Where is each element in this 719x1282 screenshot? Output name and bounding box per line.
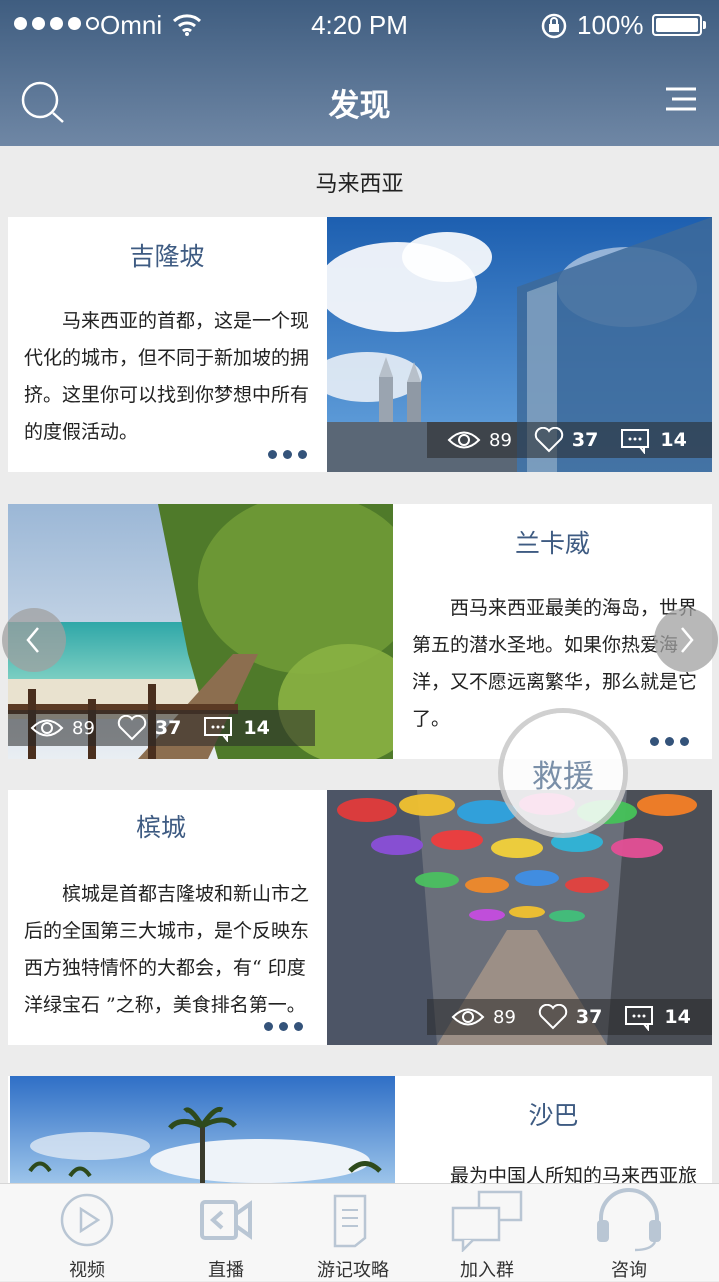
card-title: 兰卡威 bbox=[514, 529, 590, 558]
views-count: 89 bbox=[72, 717, 95, 739]
likes-count: 37 bbox=[154, 717, 182, 739]
tab-live[interactable]: 直播 bbox=[166, 1184, 286, 1281]
rescue-button[interactable]: 救援 bbox=[503, 713, 623, 833]
eye-icon bbox=[451, 1008, 485, 1026]
comment-icon[interactable] bbox=[203, 714, 235, 742]
heart-icon[interactable] bbox=[538, 1004, 568, 1030]
comment-icon[interactable] bbox=[624, 1003, 656, 1031]
comments-count: 14 bbox=[243, 717, 270, 739]
status-bar: Omni 4:20 PM 100% bbox=[0, 0, 719, 48]
stats-bar: 89 37 14 bbox=[8, 710, 315, 746]
camera-icon bbox=[200, 1200, 252, 1240]
card-photo[interactable] bbox=[10, 1076, 395, 1183]
more-button[interactable] bbox=[650, 737, 689, 746]
likes-count: 37 bbox=[571, 429, 599, 451]
tropical-beach-image bbox=[10, 1076, 395, 1183]
destination-card[interactable]: 沙巴 最为中国人所知的马来西亚旅 bbox=[8, 1076, 712, 1183]
more-button[interactable] bbox=[268, 450, 307, 459]
card-title: 吉隆坡 bbox=[129, 242, 205, 271]
battery-icon bbox=[652, 14, 706, 36]
tab-label: 视频 bbox=[69, 1260, 105, 1281]
tab-consult[interactable]: 咨询 bbox=[569, 1184, 689, 1281]
destination-card[interactable]: 89 37 14 兰卡威 西马来西亚最美的海岛，世界第五的潜水圣地。如果你热爱海… bbox=[8, 504, 712, 759]
tab-label: 直播 bbox=[208, 1260, 244, 1281]
chevron-right-icon bbox=[681, 627, 694, 653]
heart-icon[interactable] bbox=[534, 427, 564, 453]
menu-icon[interactable] bbox=[664, 86, 698, 114]
tab-label: 加入群 bbox=[460, 1260, 514, 1281]
document-icon bbox=[333, 1194, 367, 1248]
card-title: 沙巴 bbox=[528, 1101, 579, 1130]
tab-video[interactable]: 视频 bbox=[27, 1184, 147, 1281]
next-arrow[interactable] bbox=[654, 608, 718, 672]
views-count: 89 bbox=[493, 1006, 516, 1028]
card-description: 马来西亚的首都，这是一个现代化的城市，但不同于新加坡的拥挤。这里你可以找到你梦想… bbox=[24, 310, 310, 443]
play-icon bbox=[60, 1193, 114, 1247]
heart-icon[interactable] bbox=[117, 715, 147, 741]
destination-card[interactable]: 吉隆坡 马来西亚的首都，这是一个现代化的城市，但不同于新加坡的拥挤。这里你可以找… bbox=[8, 217, 712, 472]
tab-label: 咨询 bbox=[611, 1260, 647, 1281]
tab-bar: 视频 直播 游记攻略 加入群 咨询 bbox=[0, 1183, 719, 1281]
destination-card[interactable]: 槟城 槟城是首都吉隆坡和新山市之后的全国第三大城市，是个反映东西方独特情怀的大都… bbox=[8, 790, 712, 1045]
eye-icon bbox=[447, 431, 481, 449]
chevron-left-icon bbox=[26, 627, 39, 653]
card-photo[interactable]: 89 37 14 bbox=[327, 790, 712, 1045]
card-description: 槟城是首都吉隆坡和新山市之后的全国第三大城市，是个反映东西方独特情怀的大都会，有… bbox=[24, 883, 310, 1016]
comment-icon[interactable] bbox=[620, 426, 652, 454]
views-count: 89 bbox=[489, 429, 512, 451]
battery-percent: 100% bbox=[577, 10, 644, 40]
headset-icon bbox=[597, 1188, 661, 1252]
card-photo[interactable]: 89 37 14 bbox=[327, 217, 712, 472]
card-title: 槟城 bbox=[135, 813, 186, 842]
header-bar: Omni 4:20 PM 100% 发现 bbox=[0, 0, 719, 146]
chat-icon bbox=[451, 1190, 523, 1252]
eye-icon bbox=[30, 719, 64, 737]
tab-label: 游记攻略 bbox=[317, 1260, 389, 1281]
page-title: 发现 bbox=[328, 88, 391, 124]
stats-bar: 89 37 14 bbox=[427, 999, 712, 1035]
more-button[interactable] bbox=[264, 1022, 303, 1031]
comments-count: 14 bbox=[660, 429, 687, 451]
section-title: 马来西亚 bbox=[315, 172, 404, 197]
tab-travel-guide[interactable]: 游记攻略 bbox=[293, 1184, 413, 1281]
card-description: 最为中国人所知的马来西亚旅 bbox=[450, 1165, 698, 1183]
stats-bar: 89 37 14 bbox=[427, 422, 712, 458]
previous-arrow[interactable] bbox=[2, 608, 66, 672]
tab-join-group[interactable]: 加入群 bbox=[427, 1184, 547, 1281]
rotation-lock-icon bbox=[541, 13, 567, 39]
likes-count: 37 bbox=[575, 1006, 603, 1028]
comments-count: 14 bbox=[664, 1006, 691, 1028]
